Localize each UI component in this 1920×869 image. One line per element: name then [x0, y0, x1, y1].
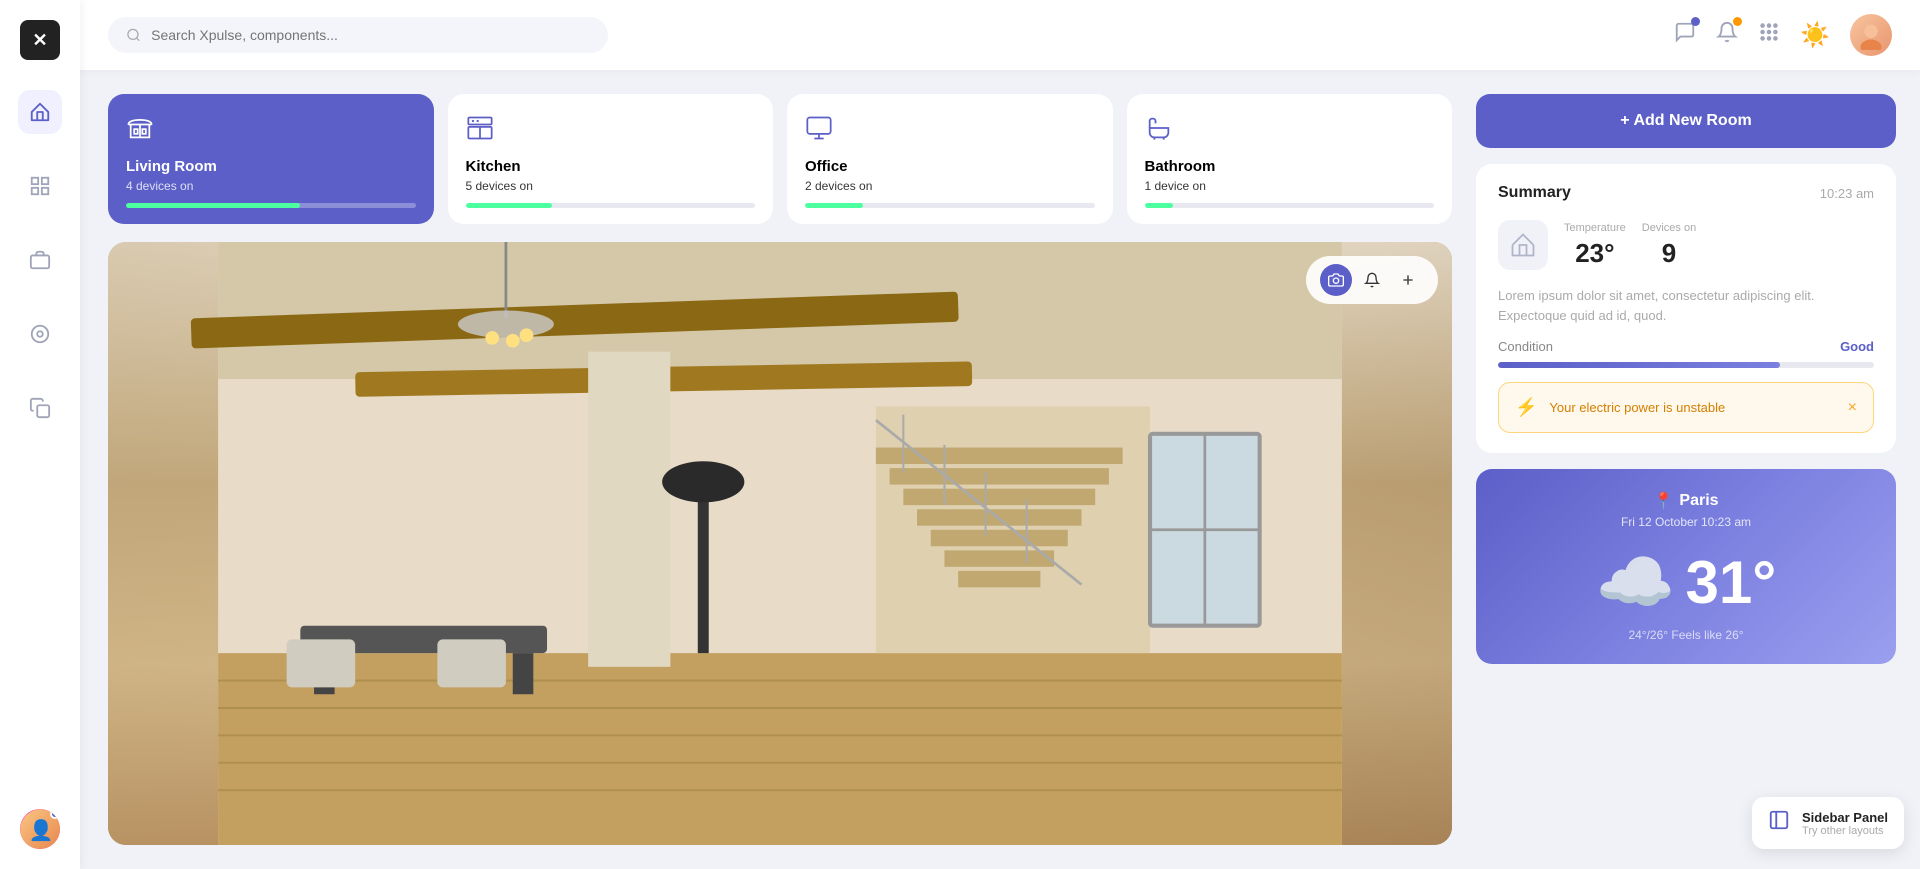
- devices-value: 9: [1642, 238, 1696, 269]
- kitchen-name: Kitchen: [466, 158, 756, 175]
- alert-box: ⚡ Your electric power is unstable ×: [1498, 382, 1874, 433]
- summary-description: Lorem ipsum dolor sit amet, consectetur …: [1498, 286, 1874, 325]
- sidebar-panel-text: Sidebar Panel Try other layouts: [1802, 810, 1888, 837]
- summary-header: Summary 10:23 am: [1498, 184, 1874, 202]
- temperature-stat: Temperature 23°: [1564, 222, 1626, 269]
- right-panel: + Add New Room Summary 10:23 am Temperat…: [1476, 94, 1896, 845]
- devices-label: Devices on: [1642, 222, 1696, 234]
- room-image-inner: [108, 242, 1452, 845]
- weather-city: Paris: [1679, 492, 1718, 510]
- sidebar-avatar[interactable]: 👤: [20, 809, 60, 849]
- office-progress-fill: [805, 203, 863, 208]
- room-svg: [108, 242, 1452, 845]
- weather-sub: 24°/26° Feels like 26°: [1498, 628, 1874, 642]
- living-room-progress-bar: [126, 203, 416, 208]
- condition-row: Condition Good: [1498, 339, 1874, 354]
- main-area: ☀️ Living Room 4 devices on: [80, 0, 1920, 869]
- camera-button[interactable]: [1320, 264, 1352, 296]
- room-card-office[interactable]: Office 2 devices on: [787, 94, 1113, 224]
- sidebar-item-grid[interactable]: [18, 164, 62, 208]
- search-bar[interactable]: [108, 17, 608, 53]
- room-card-bathroom[interactable]: Bathroom 1 device on: [1127, 94, 1453, 224]
- kitchen-progress-fill: [466, 203, 553, 208]
- sidebar-item-home[interactable]: [18, 90, 62, 134]
- summary-card: Summary 10:23 am Temperature 23° Devices…: [1476, 164, 1896, 453]
- bathroom-devices: 1 device on: [1145, 179, 1435, 193]
- condition-fill: [1498, 362, 1780, 368]
- weather-icon-header: ☀️: [1800, 21, 1830, 50]
- left-panel: Living Room 4 devices on Kitchen 5 devic…: [108, 94, 1452, 845]
- weather-temperature: 31°: [1685, 553, 1776, 613]
- image-controls: [1306, 256, 1438, 304]
- sidebar-panel-icon: [1768, 809, 1790, 837]
- alert-text: Your electric power is unstable: [1549, 400, 1835, 415]
- alert-icon: ⚡: [1515, 397, 1537, 418]
- weather-card: 📍 Paris Fri 12 October 10:23 am ☁️ 31° 2…: [1476, 469, 1896, 664]
- header-icons: ☀️: [1674, 14, 1892, 56]
- bathroom-name: Bathroom: [1145, 158, 1435, 175]
- rooms-row: Living Room 4 devices on Kitchen 5 devic…: [108, 94, 1452, 224]
- avatar-online-dot: [50, 809, 60, 819]
- weather-date: Fri 12 October 10:23 am: [1498, 515, 1874, 529]
- living-room-icon: [126, 114, 416, 148]
- sidebar-item-circle[interactable]: [18, 312, 62, 356]
- sidebar-panel-title: Sidebar Panel: [1802, 810, 1888, 825]
- sidebar-panel-subtitle: Try other layouts: [1802, 825, 1888, 837]
- chat-button[interactable]: [1674, 21, 1696, 49]
- room-image: [108, 242, 1452, 845]
- search-input[interactable]: [151, 27, 590, 43]
- alert-close-button[interactable]: ×: [1848, 399, 1857, 417]
- room-card-living-room[interactable]: Living Room 4 devices on: [108, 94, 434, 224]
- summary-time: 10:23 am: [1820, 186, 1874, 201]
- temperature-label: Temperature: [1564, 222, 1626, 234]
- sidebar-panel-hint[interactable]: Sidebar Panel Try other layouts: [1752, 797, 1904, 849]
- office-name: Office: [805, 158, 1095, 175]
- living-room-devices: 4 devices on: [126, 179, 416, 193]
- office-icon: [805, 114, 1095, 148]
- sidebar-item-briefcase[interactable]: [18, 238, 62, 282]
- kitchen-devices: 5 devices on: [466, 179, 756, 193]
- search-icon: [126, 27, 141, 43]
- header: ☀️: [80, 0, 1920, 70]
- bathroom-progress-fill: [1145, 203, 1174, 208]
- add-room-button[interactable]: + Add New Room: [1476, 94, 1896, 148]
- logo[interactable]: ✕: [20, 20, 60, 60]
- bell-image-button[interactable]: [1356, 264, 1388, 296]
- condition-bar: [1498, 362, 1874, 368]
- summary-stats: Temperature 23° Devices on 9: [1498, 220, 1874, 270]
- living-room-progress-fill: [126, 203, 300, 208]
- bathroom-icon: [1145, 114, 1435, 148]
- living-room-name: Living Room: [126, 158, 416, 175]
- home-icon: [1498, 220, 1548, 270]
- location-pin-icon: 📍: [1653, 491, 1673, 511]
- devices-stat: Devices on 9: [1642, 222, 1696, 269]
- weather-location: 📍 Paris: [1498, 491, 1874, 511]
- temperature-value: 23°: [1564, 238, 1626, 269]
- kitchen-icon: [466, 114, 756, 148]
- office-devices: 2 devices on: [805, 179, 1095, 193]
- office-progress-bar: [805, 203, 1095, 208]
- content-area: Living Room 4 devices on Kitchen 5 devic…: [80, 70, 1920, 869]
- sidebar-item-copy[interactable]: [18, 386, 62, 430]
- plus-image-button[interactable]: [1392, 264, 1424, 296]
- bell-button[interactable]: [1716, 21, 1738, 49]
- weather-cloud-icon: ☁️: [1596, 545, 1676, 620]
- summary-title: Summary: [1498, 184, 1571, 202]
- condition-label: Condition: [1498, 339, 1553, 354]
- sidebar: ✕ 👤: [0, 0, 80, 869]
- bell-badge: [1733, 17, 1742, 26]
- condition-value: Good: [1840, 339, 1874, 354]
- user-avatar[interactable]: [1850, 14, 1892, 56]
- chat-badge: [1691, 17, 1700, 26]
- bathroom-progress-bar: [1145, 203, 1435, 208]
- kitchen-progress-bar: [466, 203, 756, 208]
- weather-main: ☁️ 31°: [1498, 545, 1874, 620]
- apps-button[interactable]: [1758, 21, 1780, 49]
- room-card-kitchen[interactable]: Kitchen 5 devices on: [448, 94, 774, 224]
